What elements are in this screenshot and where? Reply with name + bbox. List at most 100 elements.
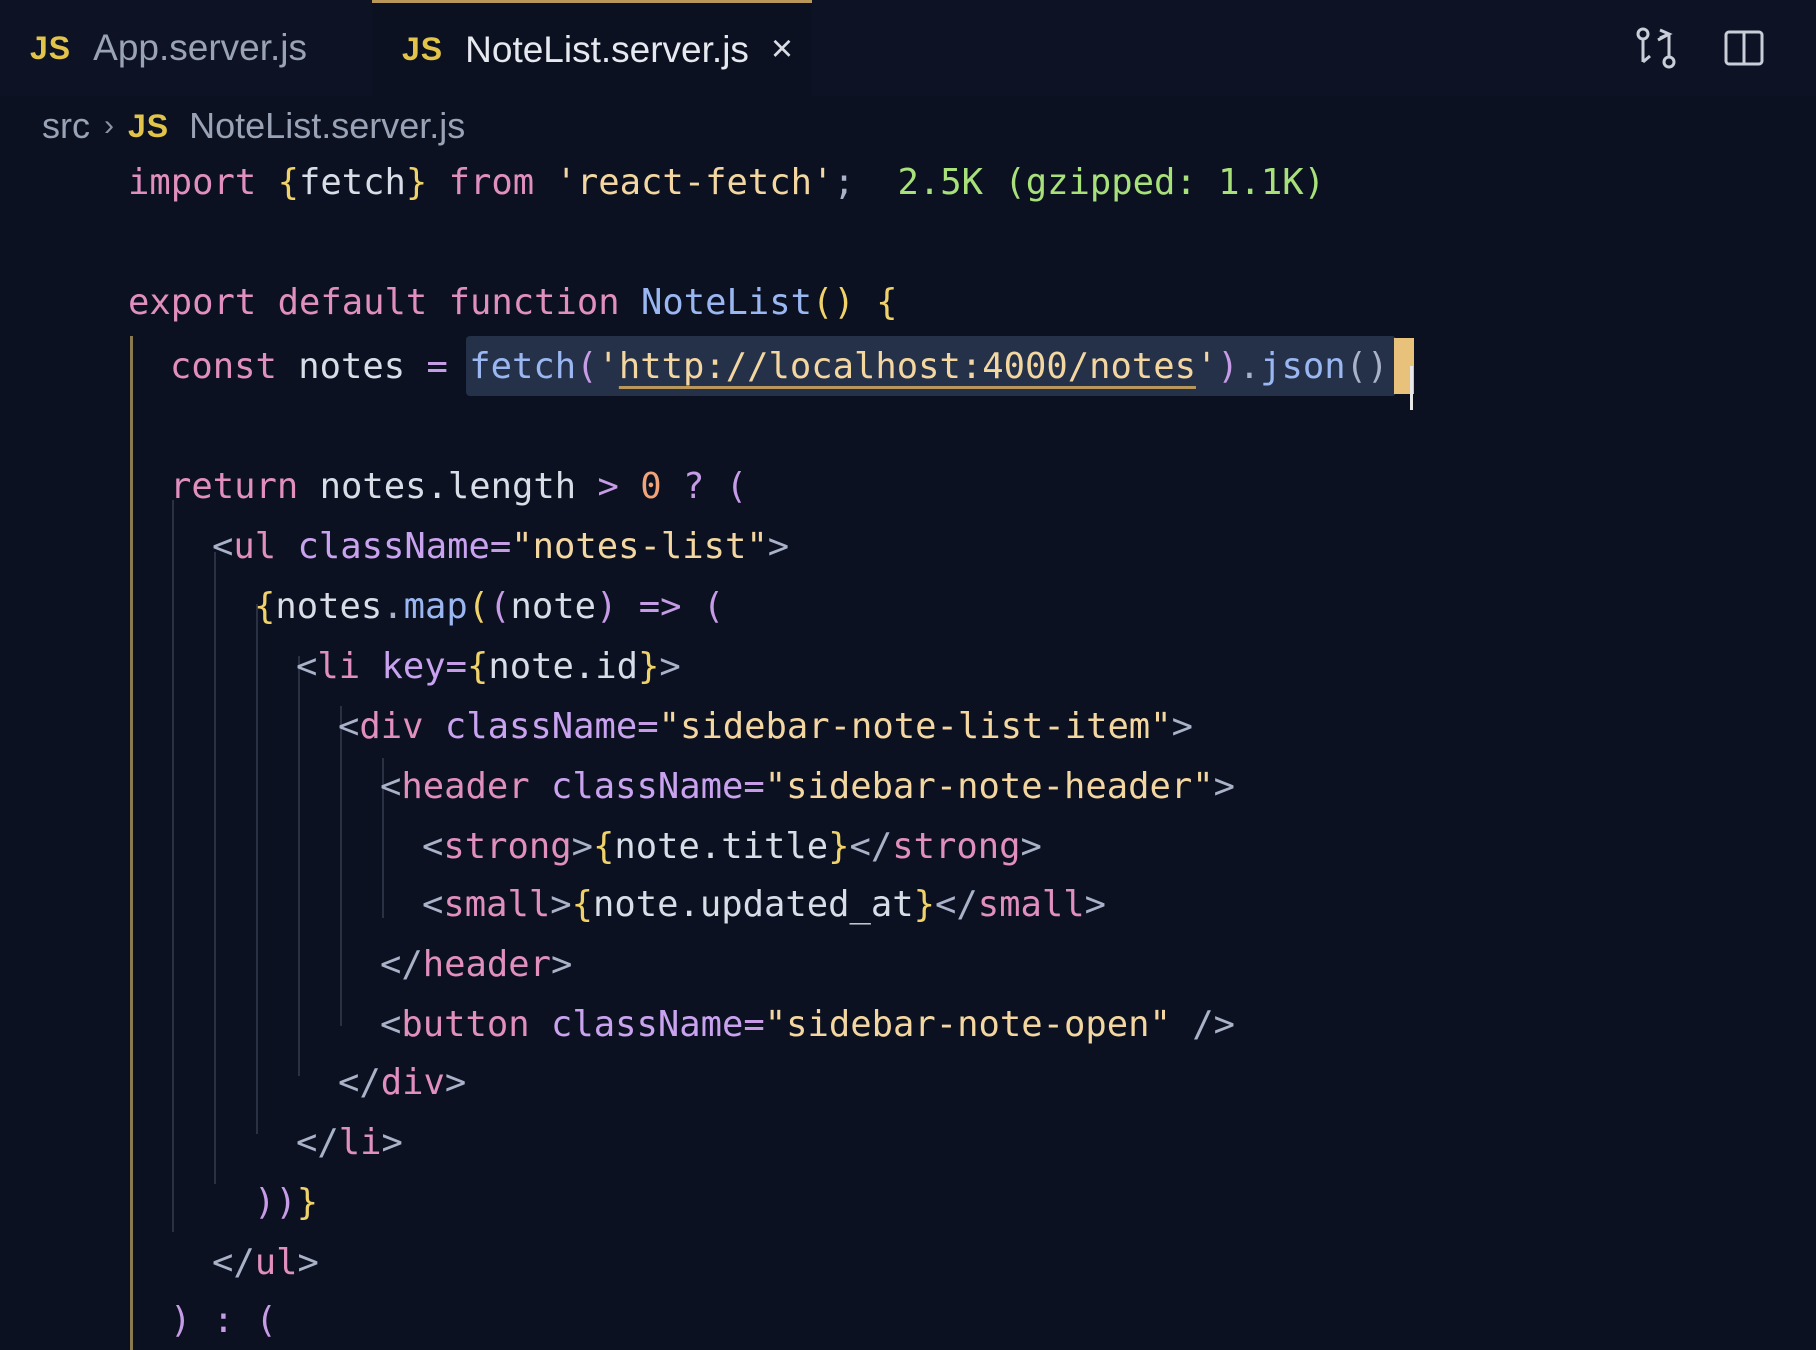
- token-string: "sidebar-note-header": [764, 765, 1214, 807]
- token-tag-bracket: </: [849, 825, 893, 867]
- token-tag-bracket: </: [296, 1121, 339, 1163]
- indent-guide-active: [130, 336, 133, 1350]
- code-line: return notes.length > 0 ? (: [170, 456, 747, 516]
- token-brace: }: [828, 825, 850, 867]
- token-punctuation: .: [1238, 345, 1261, 387]
- token-tag-name: header: [401, 765, 530, 807]
- token-attribute: className: [297, 525, 490, 567]
- token-tag-bracket: >: [1213, 765, 1235, 807]
- token-tag-bracket: <: [380, 1003, 402, 1045]
- tab-notelist-server-js[interactable]: JS NoteList.server.js ×: [372, 0, 812, 96]
- token-brace: {: [277, 161, 299, 203]
- token-tag-bracket: <: [212, 525, 234, 567]
- editor-tab-bar: JS App.server.js JS NoteList.server.js ×: [0, 0, 1816, 96]
- token-number: 0: [640, 465, 662, 507]
- token-string: 'react-fetch': [555, 161, 834, 203]
- token-tag-bracket: />: [1170, 1003, 1235, 1045]
- code-line: < li key ={note.id} >: [296, 636, 681, 696]
- token-brace: {: [254, 585, 276, 627]
- token-operator: =: [489, 525, 512, 567]
- token-tag-name: li: [338, 1121, 382, 1163]
- token-attribute: className: [551, 765, 744, 807]
- token-brace: }: [638, 645, 660, 687]
- token-brace: }: [913, 883, 935, 925]
- code-line: </li >: [296, 1112, 403, 1172]
- token-tag-bracket: </: [338, 1061, 381, 1103]
- code-line: ))}: [254, 1172, 318, 1232]
- token-tag-bracket: >: [551, 943, 573, 985]
- token-tag-name: strong: [443, 825, 572, 867]
- close-icon[interactable]: ×: [771, 28, 793, 71]
- breadcrumb: src › JS NoteList.server.js: [42, 100, 465, 152]
- js-file-icon: JS: [128, 107, 170, 144]
- token-brace: {: [876, 281, 898, 323]
- token-tag-name: div: [380, 1061, 445, 1103]
- token-tag-bracket: >: [1171, 705, 1193, 747]
- token-expression: note.updated_at: [593, 883, 914, 925]
- token-parameter: note: [510, 585, 597, 627]
- code-line: </div >: [338, 1052, 466, 1112]
- split-editor-icon[interactable]: [1722, 26, 1766, 70]
- token-tag-name: header: [422, 943, 551, 985]
- token-tag-bracket: >: [297, 1241, 319, 1283]
- token-tag-bracket: >: [571, 825, 593, 867]
- token-tag-bracket: >: [1020, 825, 1042, 867]
- token-tag-name: li: [317, 645, 361, 687]
- code-editor[interactable]: import {fetch} from 'react-fetch'; 2.5K …: [0, 152, 1816, 1350]
- token-brace: {: [593, 825, 615, 867]
- token-keyword: export: [128, 281, 257, 323]
- code-line-current: const notes = fetch(' http://localhost:40…: [170, 336, 1410, 396]
- token-operator: >: [597, 465, 619, 507]
- token-tag-name: small: [977, 883, 1085, 925]
- token-identifier: notes: [275, 585, 383, 627]
- token-quote: ': [1195, 345, 1218, 387]
- token-tag-name: ul: [254, 1241, 298, 1283]
- tab-app-server-js[interactable]: JS App.server.js: [0, 0, 372, 96]
- token-string: "notes-list": [511, 525, 768, 567]
- indent-guide: [298, 656, 300, 1076]
- token-string: "sidebar-note-list-item": [658, 705, 1172, 747]
- token-function-call: fetch: [469, 345, 577, 387]
- token-tag-bracket: >: [659, 645, 681, 687]
- token-tag-bracket: <: [380, 765, 402, 807]
- token-punctuation: ;: [833, 161, 855, 203]
- token-paren: (): [811, 281, 855, 323]
- breadcrumb-folder[interactable]: src: [42, 105, 90, 147]
- token-operator: ?: [682, 465, 705, 507]
- js-file-icon: JS: [30, 29, 72, 66]
- code-line: </header >: [380, 934, 572, 994]
- token-operator: =: [426, 345, 448, 387]
- code-line: < button className = "sidebar-note-open" />: [380, 994, 1235, 1054]
- token-url-string[interactable]: http://localhost:4000/notes: [619, 346, 1196, 387]
- token-paren: ): [596, 585, 618, 627]
- token-attribute: className: [551, 1003, 744, 1045]
- token-tag-name: strong: [892, 825, 1021, 867]
- token-paren: (: [702, 585, 725, 627]
- token-paren: ): [170, 1299, 192, 1341]
- token-brace: }: [405, 161, 428, 203]
- token-keyword: const: [170, 345, 277, 387]
- code-line: ) : (: [170, 1290, 277, 1350]
- import-cost-annotation: 2.5K (gzipped: 1.1K): [897, 161, 1325, 203]
- token-tag-bracket: <: [296, 645, 318, 687]
- tab-label: App.server.js: [93, 27, 308, 68]
- indent-guide: [256, 604, 258, 1134]
- token-keyword: from: [448, 161, 535, 203]
- token-keyword: return: [170, 465, 299, 507]
- compare-changes-icon[interactable]: [1634, 26, 1678, 70]
- token-attribute: key: [381, 645, 446, 687]
- token-tag-bracket: >: [444, 1061, 467, 1103]
- token-tag-bracket: >: [767, 525, 790, 567]
- token-operator: =: [743, 765, 765, 807]
- code-line: {notes. map((note) => (: [254, 576, 724, 636]
- token-tag-name: small: [443, 883, 551, 925]
- code-line: < ul className = "notes-list" >: [212, 516, 789, 576]
- token-keyword: default: [277, 281, 428, 323]
- token-brace: {: [571, 883, 593, 925]
- code-line: < div className = "sidebar-note-list-item" >: [338, 696, 1193, 756]
- token-tag-bracket: <: [422, 883, 444, 925]
- token-tag-name: button: [401, 1003, 530, 1045]
- tab-label: NoteList.server.js: [465, 28, 749, 70]
- breadcrumb-file[interactable]: NoteList.server.js: [189, 105, 465, 147]
- code-line: < small >{note.updated_at} </small >: [422, 874, 1106, 934]
